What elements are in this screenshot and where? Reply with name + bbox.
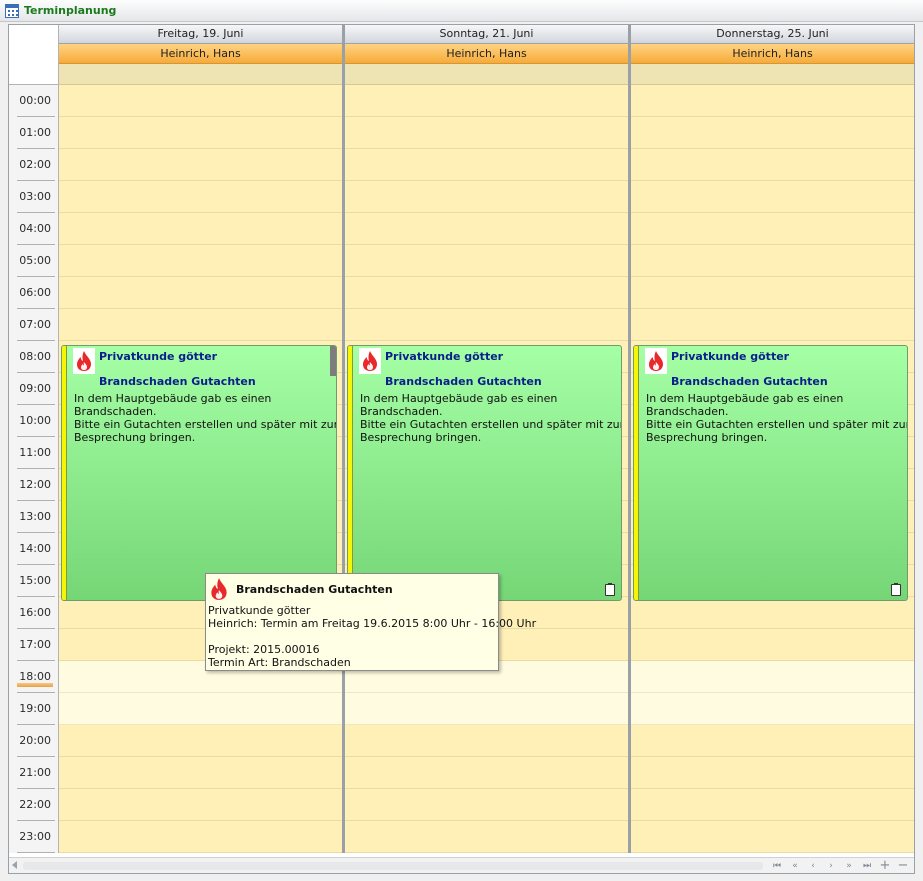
appointment-subject: Brandschaden Gutachten bbox=[671, 375, 828, 388]
tooltip-client: Privatkunde götter bbox=[208, 604, 311, 617]
hour-label: 12:00 bbox=[9, 469, 59, 501]
hour-label: 14:00 bbox=[9, 533, 59, 565]
hour-label: 18:00 bbox=[9, 661, 59, 693]
day-column: Freitag, 19. Juni Heinrich, Hans Privatk… bbox=[59, 25, 342, 853]
nav-last-button[interactable]: ⏭ bbox=[859, 859, 875, 873]
hour-label: 11:00 bbox=[9, 437, 59, 469]
tooltip-art: Termin Art: Brandschaden bbox=[208, 656, 351, 669]
hour-label: 23:00 bbox=[9, 821, 59, 853]
hour-label: 06:00 bbox=[9, 277, 59, 309]
appointment[interactable]: Privatkunde götter Brandschaden Gutachte… bbox=[347, 345, 622, 601]
all-day-area[interactable] bbox=[631, 64, 914, 85]
appointment-client: Privatkunde götter bbox=[671, 350, 790, 363]
appointment-description: In dem Hauptgebäude gab es einen Brandsc… bbox=[74, 392, 337, 444]
hour-label: 07:00 bbox=[9, 309, 59, 341]
time-ruler: 00:00 01:00 02:00 03:00 04:00 05:00 06:0… bbox=[9, 85, 59, 853]
hour-label: 17:00 bbox=[9, 629, 59, 661]
day-column: Sonntag, 21. Juni Heinrich, Hans Privatk… bbox=[345, 25, 628, 853]
day-header[interactable]: Donnerstag, 25. Juni bbox=[631, 25, 914, 44]
nav-add-button[interactable]: + bbox=[877, 859, 893, 873]
header-corner bbox=[9, 25, 59, 85]
nav-prev-button[interactable]: ‹ bbox=[805, 859, 821, 873]
tooltip-termin: Heinrich: Termin am Freitag 19.6.2015 8:… bbox=[208, 617, 537, 630]
title-bar: Terminplanung bbox=[0, 0, 923, 22]
hour-label: 08:00 bbox=[9, 341, 59, 373]
hour-label: 19:00 bbox=[9, 693, 59, 725]
hour-label: 01:00 bbox=[9, 117, 59, 149]
calendar-icon bbox=[5, 4, 19, 18]
appointment-subject: Brandschaden Gutachten bbox=[385, 375, 542, 388]
hour-label: 05:00 bbox=[9, 245, 59, 277]
note-icon bbox=[605, 583, 615, 596]
appointment-description: In dem Hauptgebäude gab es einen Brandsc… bbox=[646, 392, 908, 444]
fire-icon bbox=[210, 577, 228, 604]
fire-icon bbox=[73, 348, 95, 374]
scroll-track[interactable] bbox=[23, 862, 763, 870]
current-time-marker bbox=[17, 683, 53, 687]
appointment-status-bar bbox=[348, 346, 353, 600]
appointment-description: In dem Hauptgebäude gab es einen Brandsc… bbox=[360, 392, 622, 444]
hour-label: 22:00 bbox=[9, 789, 59, 821]
nav-next-page-button[interactable]: » bbox=[841, 859, 857, 873]
hour-label: 00:00 bbox=[9, 85, 59, 117]
horizontal-scrollbar[interactable]: ⏮ « ‹ › » ⏭ + − bbox=[9, 857, 914, 873]
hour-label: 04:00 bbox=[9, 213, 59, 245]
scroll-left-icon[interactable] bbox=[12, 861, 17, 869]
all-day-area[interactable] bbox=[345, 64, 628, 85]
hour-label: 15:00 bbox=[9, 565, 59, 597]
resource-header[interactable]: Heinrich, Hans bbox=[59, 44, 342, 64]
hour-label: 02:00 bbox=[9, 149, 59, 181]
nav-next-button[interactable]: › bbox=[823, 859, 839, 873]
nav-remove-button[interactable]: − bbox=[895, 859, 911, 873]
appointment-tooltip: Brandschaden Gutachten Privatkunde götte… bbox=[205, 573, 536, 671]
resource-header[interactable]: Heinrich, Hans bbox=[345, 44, 628, 64]
all-day-area[interactable] bbox=[59, 64, 342, 85]
hour-label: 10:00 bbox=[9, 405, 59, 437]
hour-label: 20:00 bbox=[9, 725, 59, 757]
window-title: Terminplanung bbox=[24, 4, 117, 17]
nav-first-button[interactable]: ⏮ bbox=[769, 859, 785, 873]
tooltip-projekt: Projekt: 2015.00016 bbox=[208, 643, 320, 656]
hour-label: 21:00 bbox=[9, 757, 59, 789]
appointment-subject: Brandschaden Gutachten bbox=[99, 375, 256, 388]
hour-label: 16:00 bbox=[9, 597, 59, 629]
fire-icon bbox=[359, 348, 381, 374]
day-header[interactable]: Freitag, 19. Juni bbox=[59, 25, 342, 44]
hour-label: 09:00 bbox=[9, 373, 59, 405]
highlight-slots bbox=[631, 661, 914, 725]
appointment-client: Privatkunde götter bbox=[99, 350, 218, 363]
appointment-status-bar bbox=[634, 346, 639, 600]
day-header[interactable]: Sonntag, 21. Juni bbox=[345, 25, 628, 44]
hour-label: 03:00 bbox=[9, 181, 59, 213]
appointment-status-bar bbox=[62, 346, 67, 600]
appointment-scroll-handle[interactable] bbox=[330, 346, 336, 376]
hour-label: 13:00 bbox=[9, 501, 59, 533]
tooltip-title: Brandschaden Gutachten bbox=[236, 583, 393, 596]
nav-prev-page-button[interactable]: « bbox=[787, 859, 803, 873]
appointment[interactable]: Privatkunde götter Brandschaden Gutachte… bbox=[61, 345, 337, 601]
scheduler-view: 00:00 01:00 02:00 03:00 04:00 05:00 06:0… bbox=[8, 24, 915, 874]
appointment-client: Privatkunde götter bbox=[385, 350, 504, 363]
appointment[interactable]: Privatkunde götter Brandschaden Gutachte… bbox=[633, 345, 908, 601]
day-column: Donnerstag, 25. Juni Heinrich, Hans Priv… bbox=[631, 25, 914, 853]
scheduler-window: Terminplanung 00:00 01:00 02:00 03:00 04… bbox=[0, 0, 923, 881]
note-icon bbox=[891, 583, 901, 596]
fire-icon bbox=[645, 348, 667, 374]
resource-header[interactable]: Heinrich, Hans bbox=[631, 44, 914, 64]
